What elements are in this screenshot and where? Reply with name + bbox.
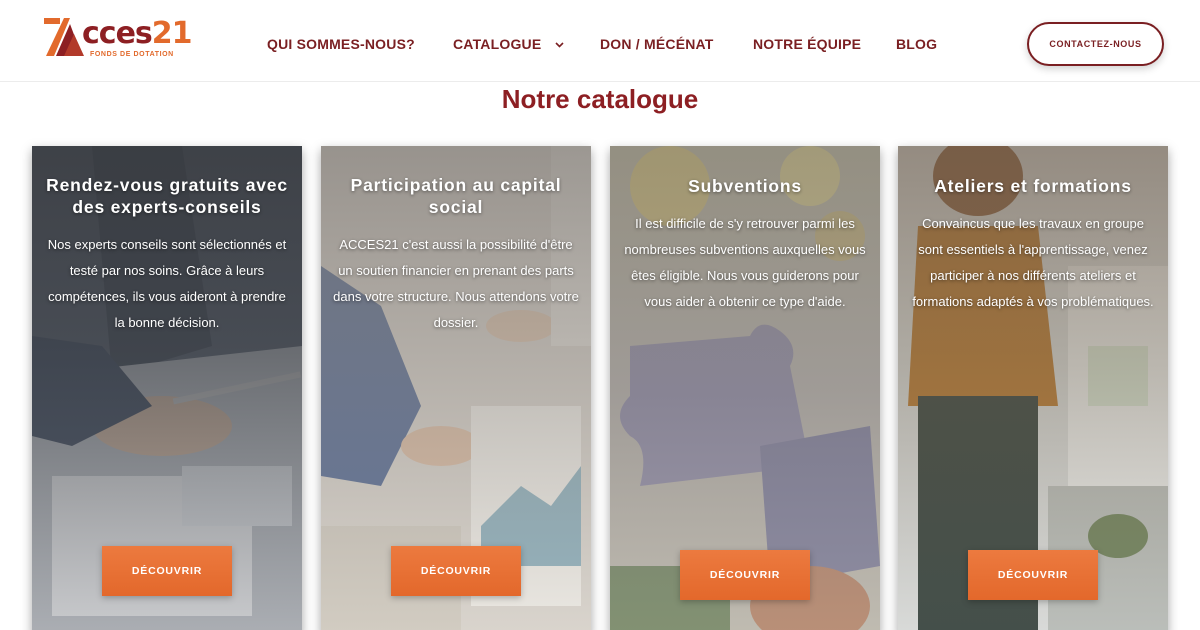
- section-title: Notre catalogue: [501, 84, 699, 114]
- card-content: Rendez-vous gratuits avec des experts-co…: [32, 174, 302, 336]
- card-title: Subventions: [688, 176, 802, 196]
- contact-button[interactable]: CONTACTEZ-NOUS: [1027, 22, 1164, 66]
- discover-button-experts[interactable]: DÉCOUVRIR: [102, 546, 232, 596]
- card-text: ACCES21 c'est aussi la possibilité d'êtr…: [333, 237, 579, 330]
- card-text: Nos experts conseils sont sélectionnés e…: [47, 237, 287, 330]
- discover-button-subventions[interactable]: DÉCOUVRIR: [680, 550, 810, 600]
- card-title: Rendez-vous gratuits avec des experts-co…: [46, 175, 288, 217]
- nav-item-qui-sommes-nous[interactable]: QUI SOMMES-NOUS?: [267, 36, 415, 52]
- site-header: cces21 FONDS DE DOTATION QUI SOMMES-NOUS…: [0, 0, 1200, 82]
- chevron-down-icon: [555, 42, 565, 48]
- nav-item-catalogue-label: CATALOGUE: [453, 36, 542, 52]
- catalogue-card-subventions: Subventions Il est difficile de s'y retr…: [610, 146, 880, 630]
- discover-button-ateliers[interactable]: DÉCOUVRIR: [968, 550, 1098, 600]
- catalogue-card-experts: Rendez-vous gratuits avec des experts-co…: [32, 146, 302, 630]
- main-nav: QUI SOMMES-NOUS? CATALOGUE DON / MÉCÉNAT…: [0, 36, 1200, 56]
- card-content: Ateliers et formations Convaincus que le…: [898, 175, 1168, 315]
- nav-item-notre-equipe[interactable]: NOTRE ÉQUIPE: [753, 36, 861, 52]
- catalogue-card-participation: Participation au capital social ACCES21 …: [321, 146, 591, 630]
- nav-item-blog[interactable]: BLOG: [896, 36, 937, 52]
- card-title: Ateliers et formations: [934, 176, 1132, 196]
- card-content: Subventions Il est difficile de s'y retr…: [610, 175, 880, 315]
- nav-item-don-mecenat[interactable]: DON / MÉCÉNAT: [600, 36, 714, 52]
- discover-button-participation[interactable]: DÉCOUVRIR: [391, 546, 521, 596]
- catalogue-card-ateliers: Ateliers et formations Convaincus que le…: [898, 146, 1168, 630]
- nav-item-catalogue[interactable]: CATALOGUE: [453, 36, 565, 52]
- card-title: Participation au capital social: [350, 175, 562, 217]
- card-text: Il est difficile de s'y retrouver parmi …: [624, 216, 866, 309]
- card-text: Convaincus que les travaux en groupe son…: [912, 216, 1154, 309]
- card-content: Participation au capital social ACCES21 …: [321, 174, 591, 336]
